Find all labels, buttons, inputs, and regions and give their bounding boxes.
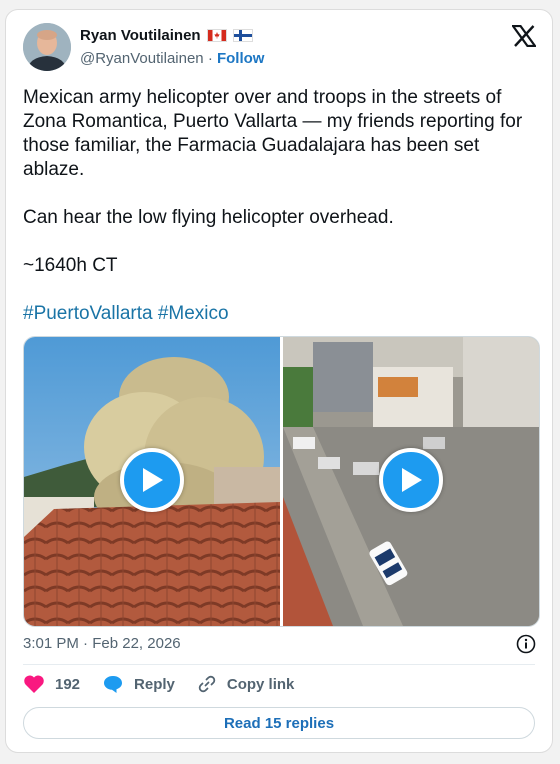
handle-row: @RyanVoutilainen · Follow [80,50,264,67]
reply-bubble-icon [104,676,123,693]
tweet-card: Ryan Voutilainen @RyanVoutilainen · Foll… [5,9,553,753]
info-icon[interactable] [516,634,536,659]
tweet-paragraph: ~1640h CT [23,255,118,276]
play-button[interactable] [379,447,443,512]
hashtags: #PuertoVallarta #Mexico [23,302,539,326]
tweet-paragraph: Mexican army helicopter over and troops … [23,87,523,180]
timestamp-separator: · [83,635,89,652]
like-button[interactable]: 192 [23,674,80,694]
canada-flag-icon [206,29,227,42]
hashtag-link[interactable]: #PuertoVallarta [23,303,153,324]
reply-label: Reply [134,675,175,693]
tweet-text: Mexican army helicopter over and troops … [23,86,539,350]
display-name[interactable]: Ryan Voutilainen [80,27,201,44]
tweet-date: Feb 22, 2026 [92,635,181,652]
play-icon [143,467,163,492]
divider [23,664,535,665]
copy-link-button[interactable]: Copy link [197,674,295,694]
name-row: Ryan Voutilainen [80,27,253,44]
hashtag-link[interactable]: #Mexico [158,303,229,324]
x-logo-icon[interactable] [510,24,538,52]
handle[interactable]: @RyanVoutilainen [80,50,204,67]
video-thumbnail-street[interactable] [283,337,539,626]
media-grid [23,336,540,627]
follow-button[interactable]: Follow [217,50,265,67]
read-replies-button[interactable]: Read 15 replies [23,707,535,739]
timestamp[interactable]: 3:01 PM · Feb 22, 2026 [23,635,181,652]
link-icon [198,675,216,693]
play-icon [402,467,422,492]
handle-separator: · [207,50,213,67]
finland-flag-icon [232,29,253,42]
action-bar: 192 Reply Copy link [23,674,316,694]
heart-icon [24,675,44,693]
video-thumbnail-smoke[interactable] [24,337,280,626]
reply-button[interactable]: Reply [102,674,175,694]
copy-link-label: Copy link [226,675,295,693]
like-count: 192 [55,675,81,693]
play-button[interactable] [120,447,184,512]
tweet-paragraph: Can hear the low flying helicopter overh… [23,207,394,228]
tweet-time: 3:01 PM [23,635,79,652]
avatar[interactable] [23,23,71,71]
